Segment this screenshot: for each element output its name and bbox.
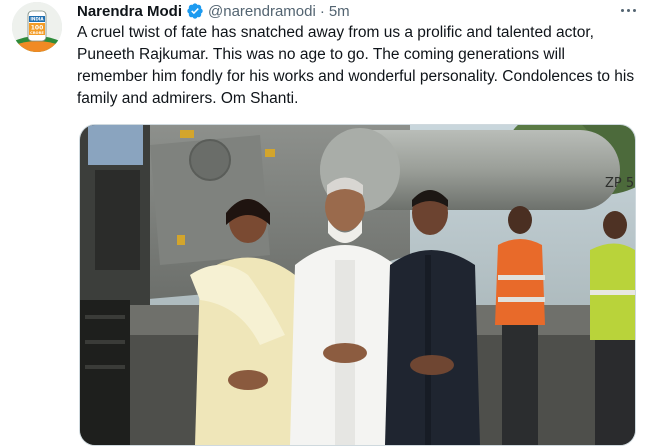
more-options-icon[interactable] [616, 0, 640, 20]
author-name[interactable]: Narendra Modi [77, 3, 182, 20]
svg-text:INDIA: INDIA [30, 17, 44, 22]
tweet-photo[interactable]: ZP 5 [79, 124, 636, 446]
header-separator: · [319, 2, 325, 20]
avatar-image: INDIA 100 CRORE [12, 2, 62, 52]
verified-badge-icon [186, 2, 204, 20]
tweet-text: A cruel twist of fate has snatched away … [77, 24, 635, 107]
tweet[interactable]: INDIA 100 CRORE Narendra Modi @narendram… [0, 0, 662, 446]
author-avatar[interactable]: INDIA 100 CRORE [12, 2, 62, 52]
author-handle[interactable]: @narendramodi [208, 3, 316, 20]
svg-text:ZP 5: ZP 5 [605, 176, 634, 191]
tweet-timestamp[interactable]: 5m [329, 3, 350, 20]
svg-text:CRORE: CRORE [30, 31, 44, 35]
tweet-header: Narendra Modi @narendramodi · 5m [77, 1, 350, 21]
photo-image: ZP 5 [80, 125, 635, 445]
